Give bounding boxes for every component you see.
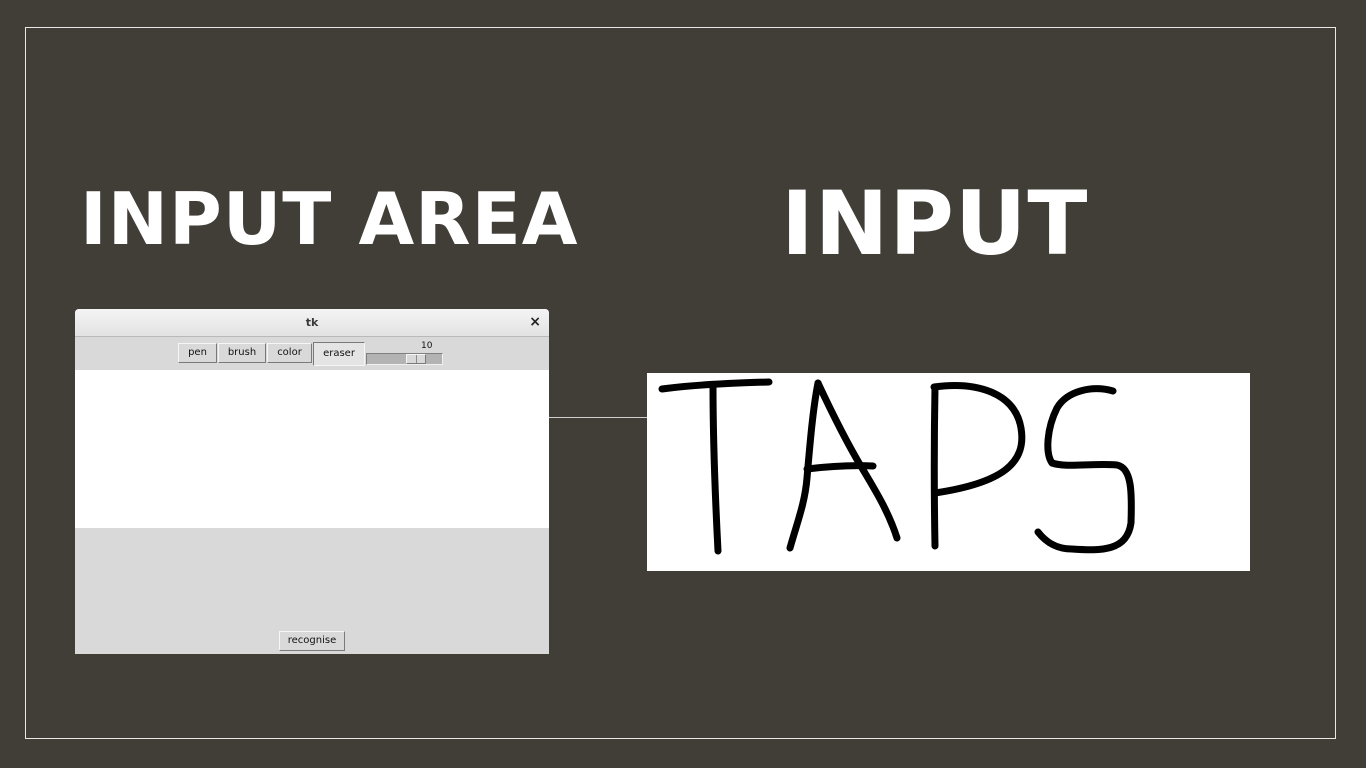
size-scale-value: 10: [421, 341, 433, 351]
toolbar: pen brush color eraser 10: [75, 338, 549, 370]
handwriting-drawing: [658, 378, 1135, 555]
eraser-button[interactable]: eraser: [313, 342, 365, 366]
input-heading: INPUT: [781, 172, 1089, 275]
drawing-canvas[interactable]: [75, 370, 549, 528]
tk-titlebar[interactable]: tk ×: [75, 309, 549, 337]
letter-a-crossbar: [803, 462, 877, 473]
letter-s: [1034, 385, 1135, 554]
pen-button[interactable]: pen: [178, 343, 217, 363]
recognise-button[interactable]: recognise: [279, 631, 345, 651]
letter-a-right: [814, 379, 901, 542]
size-scale[interactable]: [366, 353, 443, 365]
letter-p-stem: [930, 383, 939, 550]
tk-window: tk × pen brush color eraser 10 recognise: [75, 309, 549, 654]
connector-line: [549, 417, 647, 418]
brush-button[interactable]: brush: [218, 343, 266, 363]
close-icon[interactable]: ×: [529, 314, 541, 330]
letter-t-stem: [709, 382, 722, 555]
window-title: tk: [305, 316, 319, 329]
color-button[interactable]: color: [267, 343, 312, 363]
handwritten-input-image: [647, 373, 1250, 571]
letter-p-bowl: [930, 382, 1026, 497]
input-area-heading: INPUT AREA: [80, 177, 579, 261]
size-scale-slider[interactable]: [406, 354, 426, 364]
